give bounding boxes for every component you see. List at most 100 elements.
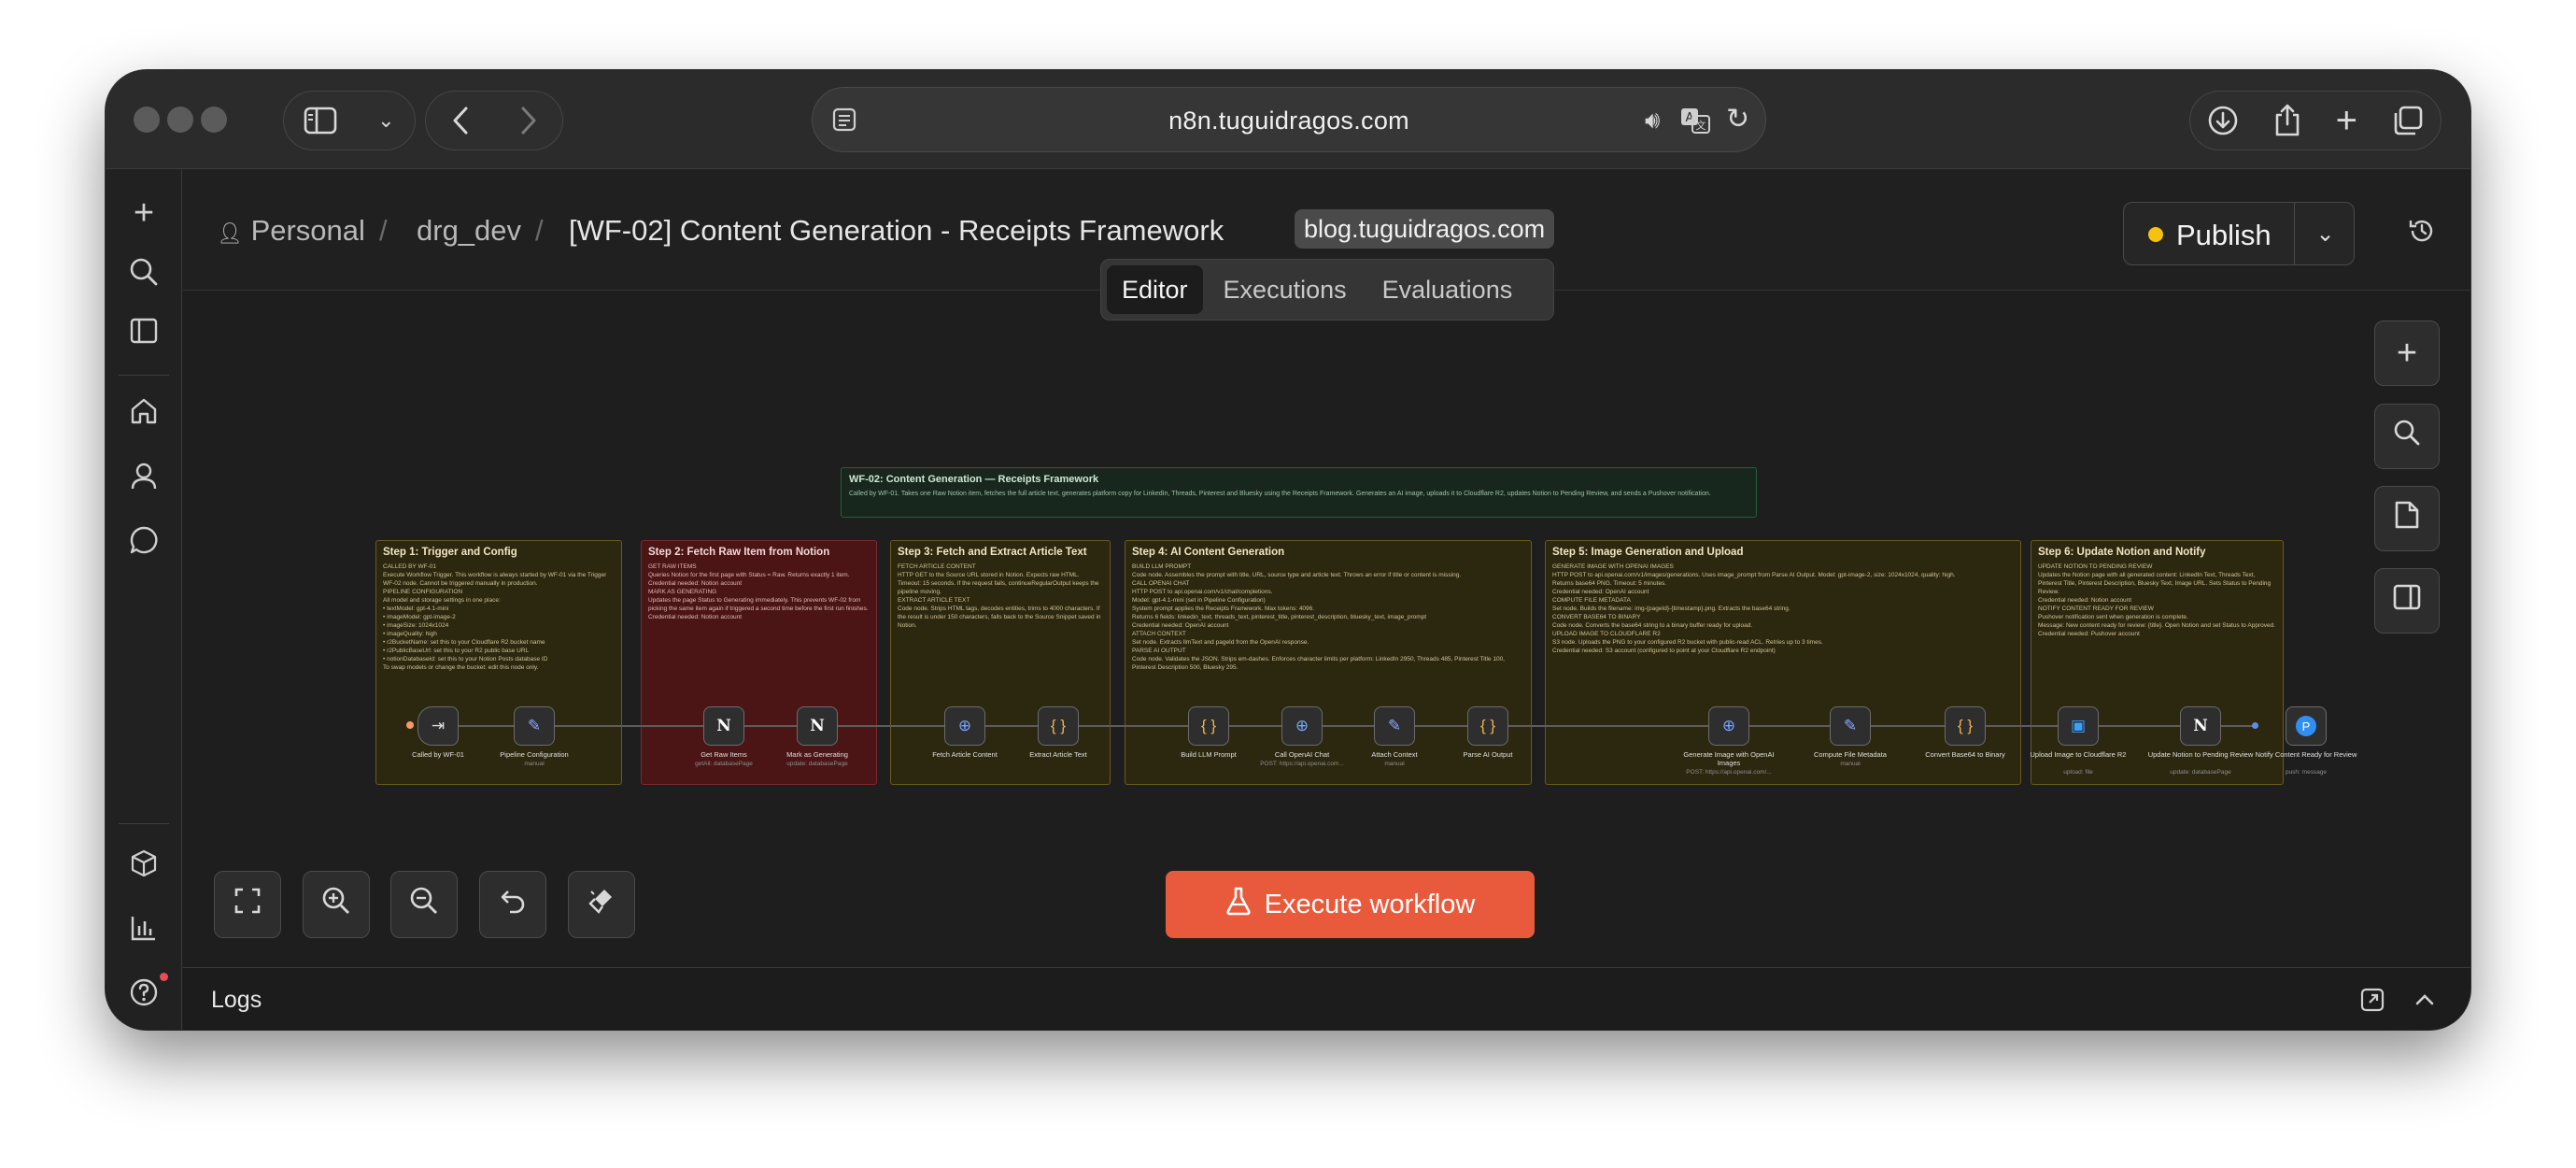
breadcrumb-separator: / [379,214,388,247]
plus-icon: + [2396,333,2418,373]
browser-window: ⌄ n8n.tuguidragos.com 🔊︎ A文 ↻ + + 👤︎ Per… [106,70,2470,1030]
undo-icon [499,887,527,922]
workflow-title[interactable]: [WF-02] Content Generation - Receipts Fr… [569,214,1224,248]
minimize-window-button[interactable] [167,107,193,133]
search-nodes-button[interactable] [2374,404,2440,469]
publish-label: Publish [2176,219,2272,251]
translate-icon[interactable]: A文 [1679,107,1711,135]
close-window-button[interactable] [134,107,160,133]
tab-executions[interactable]: Executions [1209,265,1362,314]
sticky-note-title: Step 6: Update Notion and Notify [2038,547,2206,558]
chevron-down-icon[interactable]: ⌄ [377,110,394,131]
zoom-in-button[interactable] [303,871,370,938]
breadcrumb-folder[interactable]: drg_dev [417,214,521,248]
code-icon[interactable]: { } [1038,706,1079,746]
tab-editor[interactable]: Editor [1107,265,1203,314]
zoom-window-button[interactable] [201,107,227,133]
user-icon[interactable] [127,459,161,492]
node-subtitle: push: message [2285,769,2328,776]
tidy-up-button[interactable] [568,871,635,938]
edit-node-icon[interactable]: ✎ [1830,706,1871,746]
rail-divider [119,375,169,376]
back-arrow-icon[interactable] [451,106,470,135]
add-node-button[interactable]: + [2374,320,2440,386]
node-label: Mark as Generating [786,750,848,759]
sticky-note-step4[interactable]: Step 4: AI Content Generation BUILD LLM … [1125,540,1532,785]
globe-icon[interactable]: ⊕ [944,706,985,746]
note-icon [2394,500,2420,537]
pop-out-icon[interactable] [2360,988,2385,1017]
help-icon[interactable] [127,976,161,1009]
plus-icon[interactable]: + [127,195,161,231]
node-label: Generate Image with OpenAI Images [1683,750,1775,767]
notion-icon[interactable]: N [2180,706,2221,746]
sticky-note-step1[interactable]: Step 1: Trigger and Config CALLED BY WF-… [375,540,622,785]
panel-icon[interactable] [127,314,161,348]
search-icon[interactable] [127,255,161,289]
sticky-note-step2[interactable]: Step 2: Fetch Raw Item from Notion GET R… [641,540,877,785]
node-subtitle: manual [1384,761,1405,767]
node-label: Parse AI Output [1463,750,1513,759]
pushover-icon[interactable]: P [2286,706,2327,746]
sticky-note-body: GET RAW ITEMS Queries Notion for the fir… [648,563,869,620]
speaker-icon[interactable]: 🔊︎ [1645,107,1660,132]
tab-evaluations[interactable]: Evaluations [1367,265,1528,314]
trigger-node-icon[interactable]: ⇥ [418,706,459,746]
home-icon[interactable] [127,394,161,428]
notion-icon[interactable]: N [703,706,744,746]
notion-icon[interactable]: N [797,706,838,746]
address-bar[interactable]: n8n.tuguidragos.com 🔊︎ A文 ↻ [812,87,1766,152]
workflow-tag[interactable]: blog.tuguidragos.com [1295,209,1555,249]
sticky-note-step5[interactable]: Step 5: Image Generation and Upload GENE… [1545,540,2021,785]
chevron-up-icon[interactable] [2413,989,2436,1016]
output-handle[interactable] [2252,722,2258,729]
download-icon[interactable] [2207,105,2239,136]
code-icon[interactable]: { } [1945,706,1986,746]
title-sticky-note[interactable]: WF-02: Content Generation — Receipts Fra… [841,467,1757,518]
globe-icon[interactable]: ⊕ [1708,706,1749,746]
zoom-out-button[interactable] [390,871,458,938]
zoom-out-icon [409,886,439,923]
sticky-note-step6[interactable]: Step 6: Update Notion and Notify UPDATE … [2031,540,2284,785]
sticky-note-step3[interactable]: Step 3: Fetch and Extract Article Text F… [890,540,1111,785]
share-icon[interactable] [2273,104,2301,137]
sticky-note-body: CALLED BY WF-01 Execute Workflow Trigger… [383,563,607,671]
node-subtitle: manual [1840,761,1861,767]
undo-button[interactable] [479,871,546,938]
trigger-indicator [406,721,414,729]
sticky-note-title: Step 3: Fetch and Extract Article Text [898,547,1087,558]
reload-icon[interactable]: ↻ [1726,106,1749,134]
history-icon[interactable] [2407,216,2437,253]
sticky-note-body: FETCH ARTICLE CONTENT HTTP GET to the So… [898,563,1101,629]
fit-view-button[interactable] [214,871,281,938]
add-sticky-note-button[interactable] [2374,486,2440,551]
node-subtitle: manual [524,761,545,767]
toggle-panel-button[interactable] [2374,568,2440,634]
flask-icon [1225,886,1252,923]
editor-tabs: Editor Executions Evaluations [1100,259,1554,320]
execute-workflow-button[interactable]: Execute workflow [1166,871,1535,938]
chevron-down-icon[interactable]: ⌄ [2294,203,2356,264]
edit-node-icon[interactable]: ✎ [1374,706,1415,746]
sticky-note-title: Step 2: Fetch Raw Item from Notion [648,547,830,558]
node-label: Compute File Metadata [1814,750,1887,759]
new-tab-icon[interactable]: + [2336,102,2357,139]
storage-icon[interactable]: ▣ [2058,706,2099,746]
node-subtitle: POST: https://api.openai.com/... [1686,769,1772,776]
sidebar-icon[interactable] [304,107,337,135]
chat-icon[interactable] [127,523,161,557]
cube-icon[interactable] [127,847,161,880]
chart-icon[interactable] [127,911,161,945]
edit-node-icon[interactable]: ✎ [514,706,555,746]
user-small-icon: 👤︎ [217,221,243,245]
code-icon[interactable]: { } [1188,706,1229,746]
sticky-note-title: Step 4: AI Content Generation [1132,547,1285,558]
forward-arrow-icon[interactable] [519,106,538,135]
breadcrumb-project[interactable]: 👤︎ Personal [217,214,365,248]
logs-panel[interactable]: Logs [183,967,2470,1030]
sidebar-icon [2393,584,2421,618]
globe-icon[interactable]: ⊕ [1281,706,1323,746]
tab-overview-icon[interactable] [2392,105,2424,136]
code-icon[interactable]: { } [1467,706,1508,746]
publish-button[interactable]: Publish ⌄ [2123,202,2355,265]
